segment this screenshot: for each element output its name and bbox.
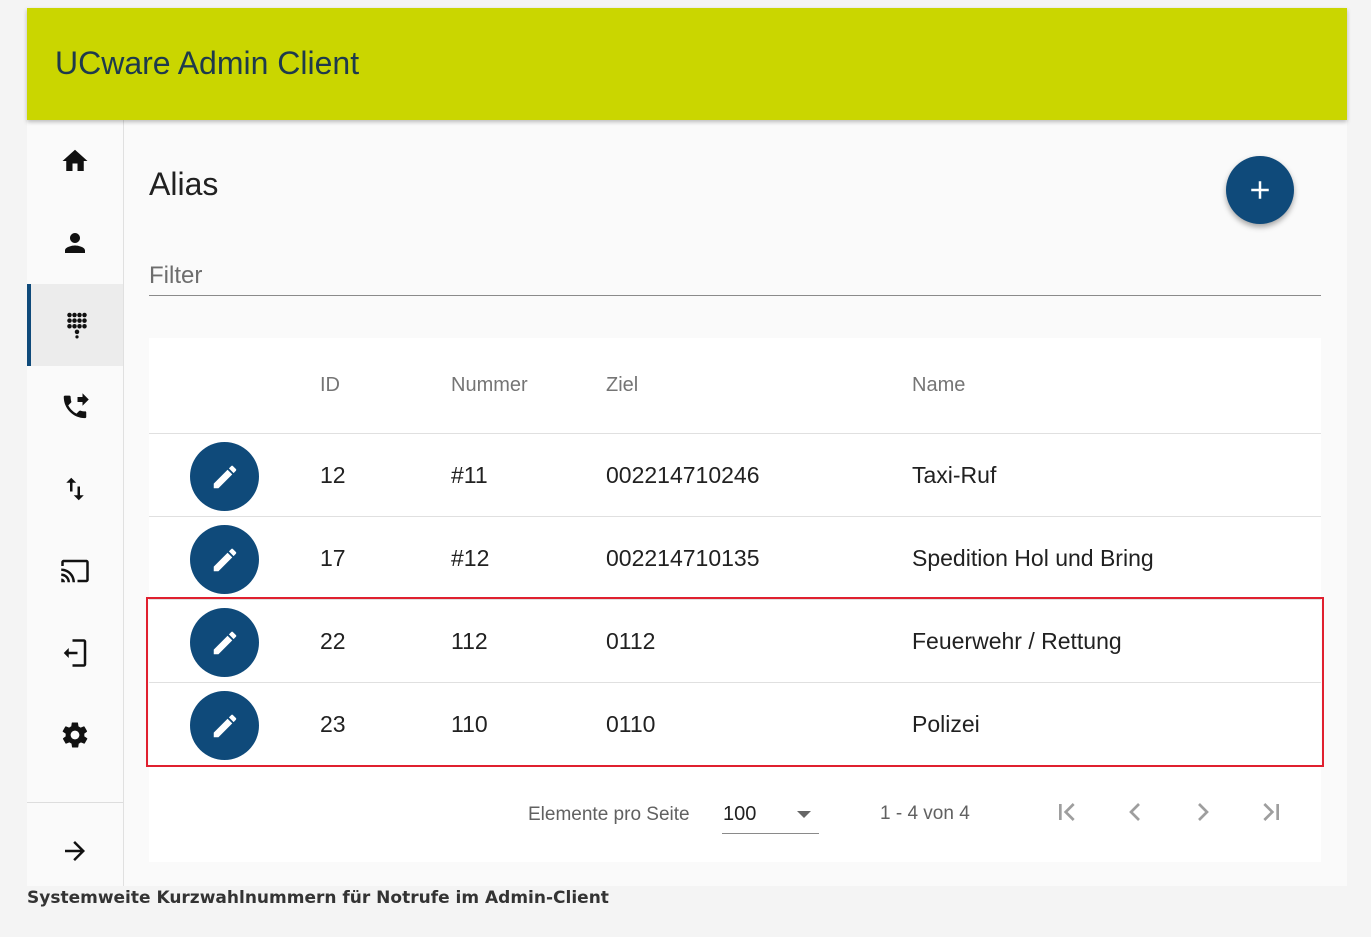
table-row: 17 #12 002214710135 Spedition Hol und Br…: [149, 517, 1321, 600]
edit-button[interactable]: [190, 525, 259, 594]
cell-nummer: #11: [451, 462, 488, 488]
swap-vert-icon: [66, 477, 84, 501]
person-icon: [65, 233, 85, 253]
sidebar-item-forwarding[interactable]: [27, 366, 123, 448]
sidebar: [27, 120, 124, 886]
arrow-right-icon: [65, 841, 85, 861]
edit-button[interactable]: [190, 608, 259, 677]
chevron-left-icon: [1129, 803, 1140, 821]
app-header: UCware Admin Client: [27, 8, 1347, 120]
cell-name: Polizei: [912, 711, 980, 737]
previous-page-button[interactable]: [1111, 788, 1159, 836]
edit-button[interactable]: [190, 442, 259, 511]
paginator: Elemente pro Seite 100 1 - 4 von 4: [149, 768, 1321, 862]
app-window: UCware Admin Client Alias Filter ID Numm…: [27, 8, 1347, 886]
next-page-button[interactable]: [1179, 788, 1227, 836]
cell-nummer: 110: [451, 711, 488, 737]
page-size-value: 100: [723, 803, 757, 825]
page-range: 1 - 4 von 4: [880, 803, 970, 824]
pencil-icon: [213, 465, 236, 488]
cell-id: 22: [320, 628, 346, 654]
cast-icon: [61, 559, 89, 583]
cell-ziel: 0110: [606, 711, 656, 737]
column-header-ziel[interactable]: Ziel: [606, 374, 638, 397]
pencil-icon: [213, 714, 236, 737]
dialpad-icon: [67, 312, 87, 339]
table-row: 23 110 0110 Polizei: [149, 683, 1321, 766]
table-header: ID Nummer Ziel Name: [149, 338, 1321, 434]
home-icon: [62, 149, 88, 171]
cell-name: Spedition Hol und Bring: [912, 545, 1154, 571]
first-page-icon: [1059, 803, 1075, 821]
first-page-button[interactable]: [1043, 788, 1091, 836]
table-row: 12 #11 002214710246 Taxi-Ruf: [149, 434, 1321, 517]
sidebar-item-login[interactable]: [27, 612, 123, 694]
filter-input[interactable]: [149, 250, 1321, 296]
pencil-icon: [213, 548, 236, 571]
column-header-nummer[interactable]: Nummer: [451, 374, 528, 397]
edit-button[interactable]: [190, 691, 259, 760]
page-size-select[interactable]: 100: [722, 798, 819, 834]
figure-caption: Systemweite Kurzwahlnummern für Notrufe …: [27, 888, 609, 908]
cell-nummer: #12: [451, 545, 490, 571]
page-size-label: Elemente pro Seite: [528, 804, 690, 825]
cell-ziel: 002214710246: [606, 462, 760, 488]
main-content: Alias ID Nummer Ziel Name 12 #11 0022147…: [124, 120, 1347, 886]
cell-name: Feuerwehr / Rettung: [912, 628, 1122, 654]
alias-table: ID Nummer Ziel Name 12 #11 002214710246 …: [146, 338, 1324, 862]
pencil-icon: [213, 631, 236, 654]
sidebar-item-cast[interactable]: [27, 530, 123, 612]
cell-id: 12: [320, 462, 346, 488]
sidebar-item-home[interactable]: [27, 120, 123, 202]
app-title: UCware Admin Client: [55, 45, 360, 81]
sidebar-divider: [27, 802, 123, 803]
table-row: 22 112 0112 Feuerwehr / Rettung: [149, 600, 1321, 683]
gear-icon: [62, 722, 88, 748]
cell-id: 23: [320, 711, 346, 737]
login-icon: [63, 639, 87, 667]
cell-nummer: 112: [451, 628, 488, 654]
chevron-right-icon: [1198, 803, 1209, 821]
last-page-icon: [1263, 803, 1279, 821]
last-page-button[interactable]: [1247, 788, 1295, 836]
column-header-name[interactable]: Name: [912, 374, 965, 397]
caret-down-icon: [797, 811, 811, 818]
page-title: Alias: [149, 166, 219, 202]
cell-ziel: 0112: [606, 628, 656, 654]
cell-ziel: 002214710135: [606, 545, 760, 571]
column-header-id[interactable]: ID: [320, 374, 340, 397]
cell-name: Taxi-Ruf: [912, 462, 997, 488]
phone-forward-icon: [63, 393, 89, 419]
sidebar-item-alias[interactable]: [27, 284, 123, 366]
cell-id: 17: [320, 545, 346, 571]
add-alias-button[interactable]: [1226, 156, 1294, 224]
sidebar-collapse-button[interactable]: [27, 810, 123, 892]
sidebar-item-routing[interactable]: [27, 448, 123, 530]
sidebar-item-users[interactable]: [27, 202, 123, 284]
sidebar-item-settings[interactable]: [27, 694, 123, 776]
plus-icon: [1251, 181, 1269, 199]
